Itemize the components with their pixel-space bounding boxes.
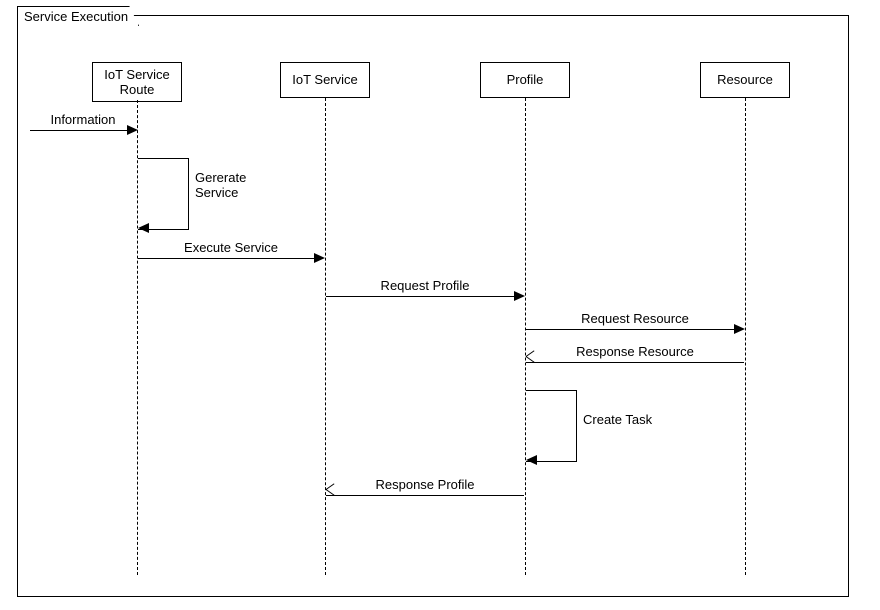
msg-information: Information — [50, 112, 115, 127]
self-msg-create-task — [526, 390, 577, 462]
arrow-head-icon — [514, 291, 525, 301]
msg-response-profile: Response Profile — [376, 477, 475, 492]
lifeline-resource — [745, 98, 746, 575]
participant-iot-service-route: IoT Service Route — [92, 62, 182, 102]
arrow-head-icon — [526, 356, 538, 368]
arrow-head-icon — [326, 489, 338, 501]
sequence-diagram: Service Execution IoT Service Route IoT … — [0, 0, 880, 610]
arrow-request-resource — [526, 329, 735, 330]
participant-iot-service: IoT Service — [280, 62, 370, 98]
msg-request-profile: Request Profile — [381, 278, 470, 293]
arrow-response-profile — [326, 495, 524, 496]
diagram-frame-title: Service Execution — [17, 6, 139, 26]
participant-profile: Profile — [480, 62, 570, 98]
lifeline-profile — [525, 98, 526, 575]
msg-request-resource: Request Resource — [581, 311, 689, 326]
arrow-response-resource — [526, 362, 744, 363]
msg-execute-service: Execute Service — [184, 240, 278, 255]
arrow-execute-service — [138, 258, 315, 259]
msg-create-task: Create Task — [583, 412, 652, 427]
arrow-information — [30, 130, 128, 131]
self-msg-generate-service — [138, 158, 189, 230]
msg-generate-service: Gererate Service — [195, 170, 246, 200]
arrow-head-icon — [127, 125, 138, 135]
lifeline-iot-service — [325, 98, 326, 575]
participant-resource: Resource — [700, 62, 790, 98]
arrow-head-icon — [138, 223, 149, 233]
arrow-head-icon — [526, 455, 537, 465]
arrow-head-icon — [314, 253, 325, 263]
arrow-request-profile — [326, 296, 515, 297]
arrow-head-icon — [734, 324, 745, 334]
diagram-frame — [17, 15, 849, 597]
msg-response-resource: Response Resource — [576, 344, 694, 359]
